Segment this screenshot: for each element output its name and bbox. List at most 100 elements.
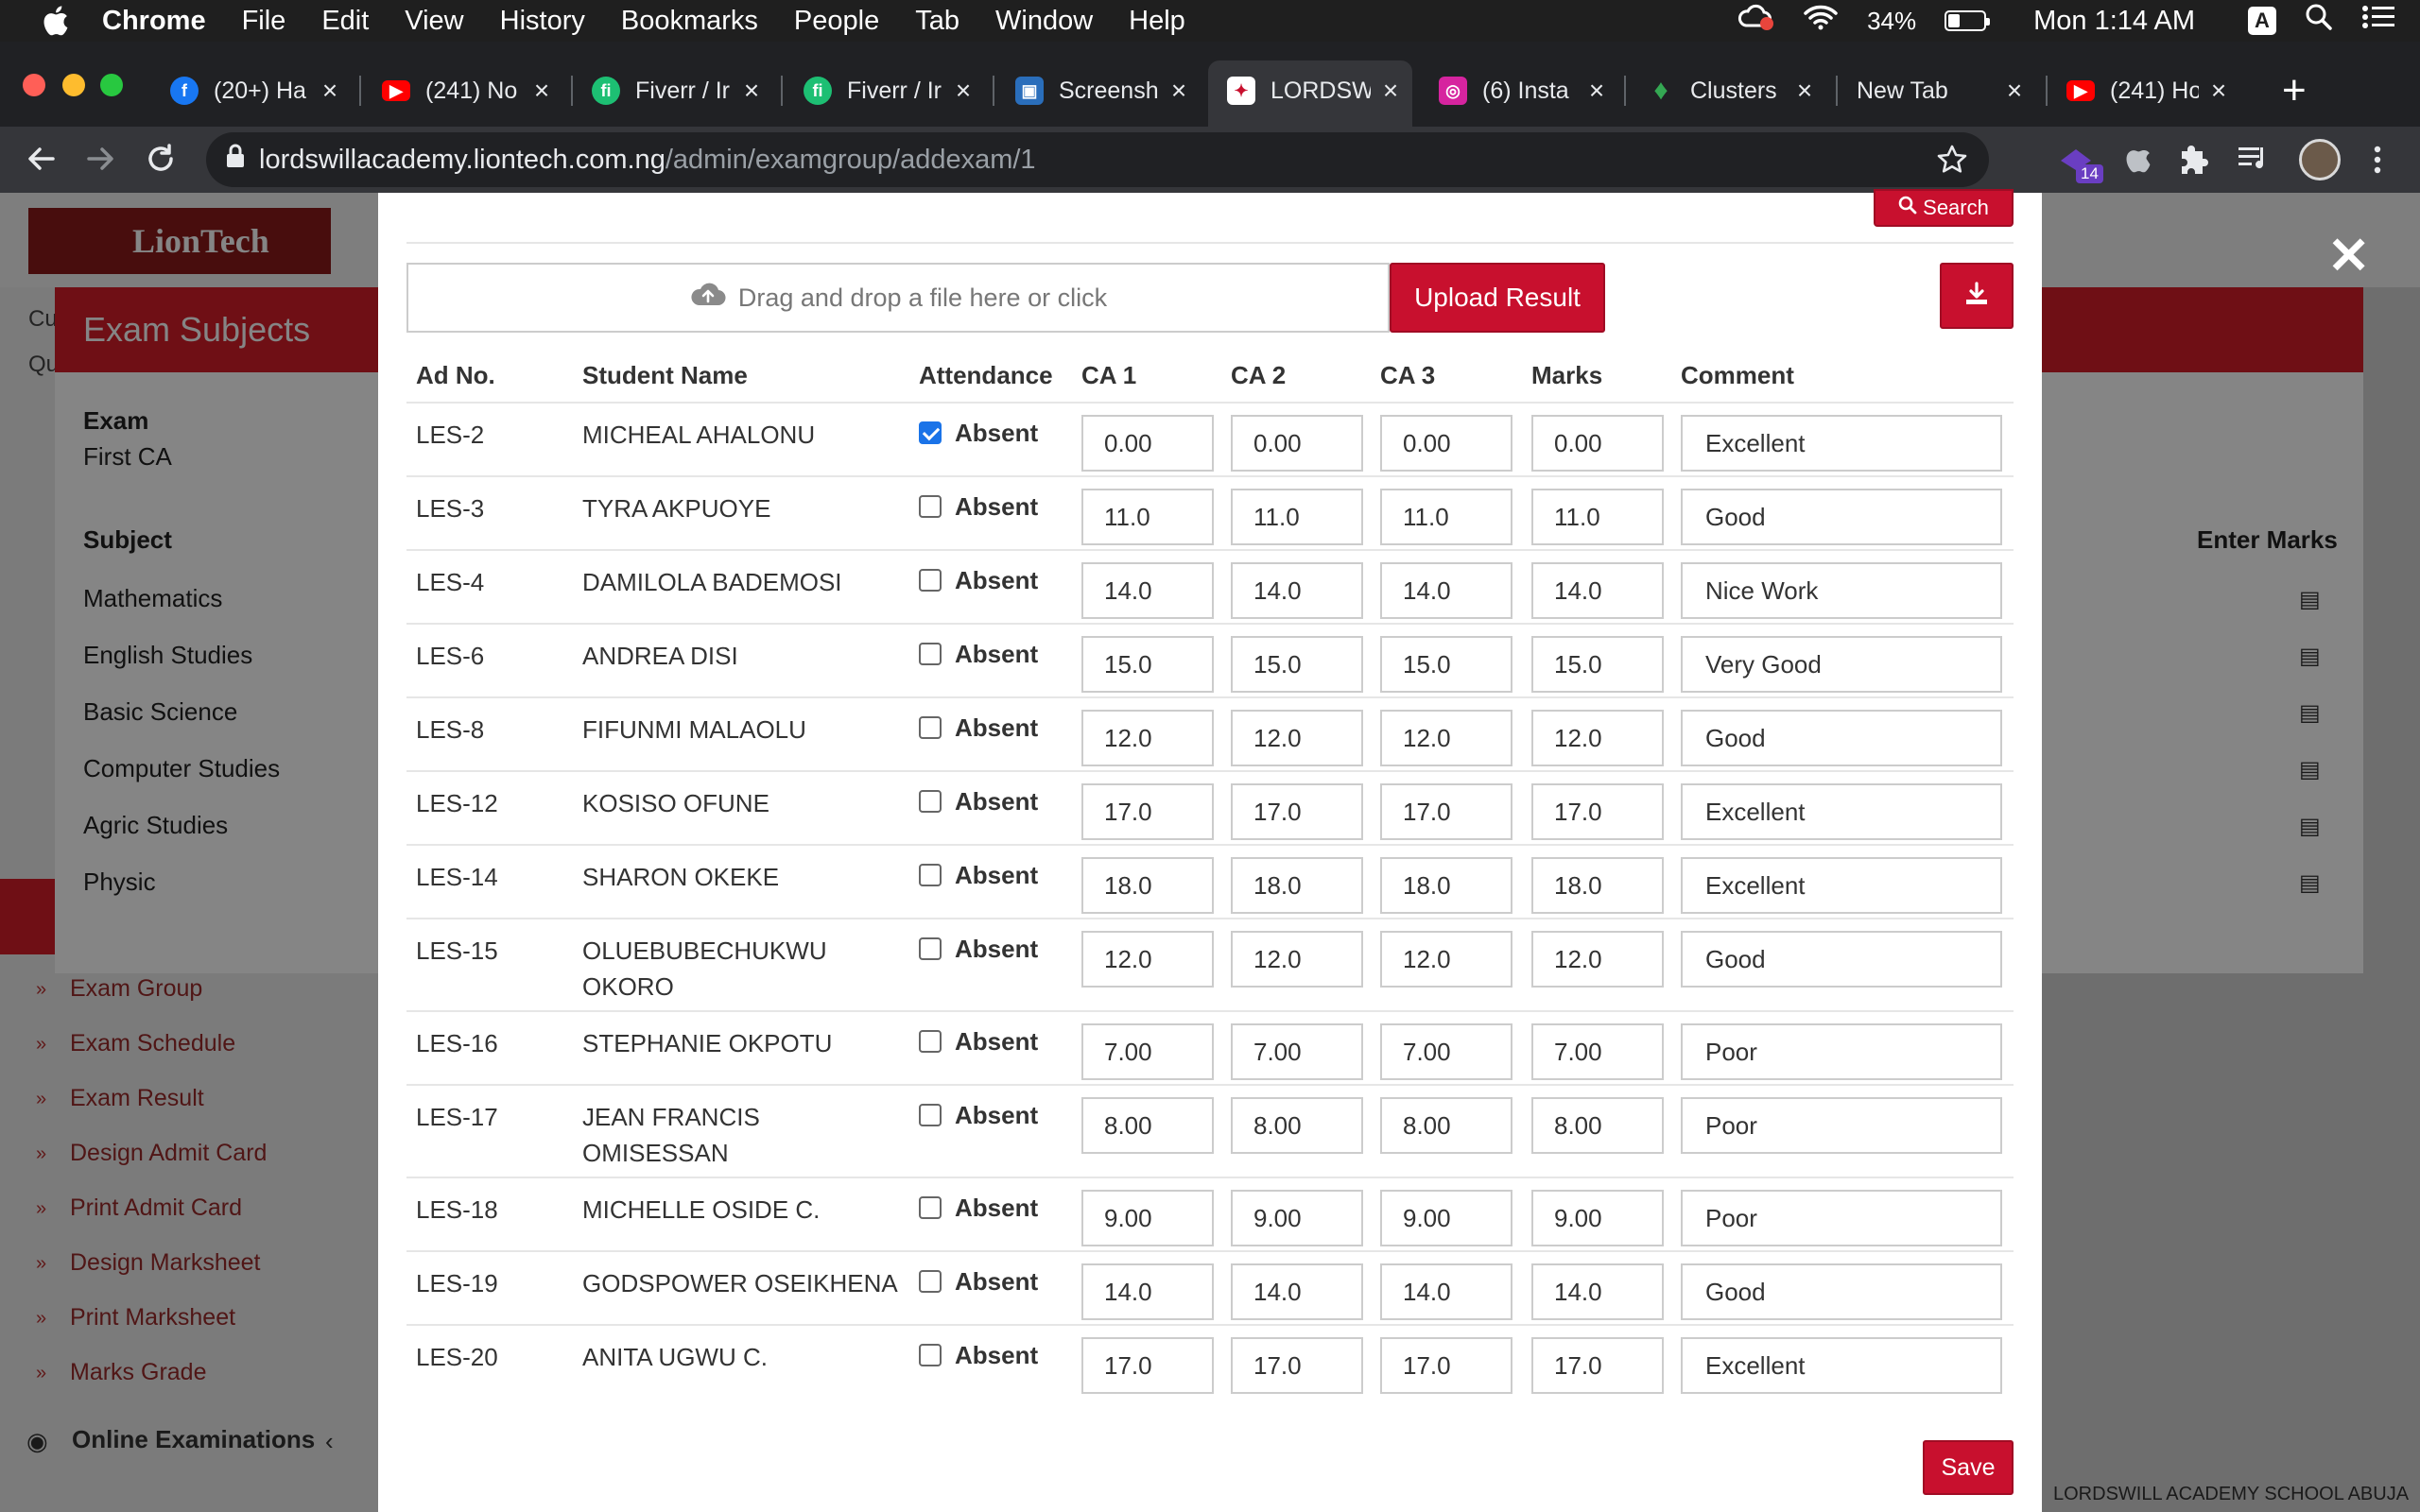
ca2-input[interactable] — [1231, 415, 1363, 472]
absent-checkbox[interactable] — [919, 716, 942, 740]
ca1-input[interactable] — [1081, 710, 1214, 766]
absent-checkbox[interactable] — [919, 569, 942, 593]
input-source-icon[interactable]: A — [2248, 7, 2276, 35]
ca2-input[interactable] — [1231, 1023, 1363, 1080]
menu-app-name[interactable]: Chrome — [102, 6, 206, 37]
apple-menu-icon[interactable] — [36, 5, 74, 37]
ca1-input[interactable] — [1081, 562, 1214, 619]
back-arrow-icon[interactable] — [25, 142, 59, 180]
marks-input[interactable] — [1531, 710, 1664, 766]
lock-icon[interactable] — [225, 143, 246, 177]
file-dropzone[interactable]: Drag and drop a file here or click — [406, 263, 1390, 333]
ca2-input[interactable] — [1231, 636, 1363, 693]
reload-icon[interactable] — [144, 142, 178, 180]
ca3-input[interactable] — [1380, 1263, 1512, 1320]
comment-input[interactable] — [1681, 415, 2002, 472]
battery-icon[interactable] — [1945, 10, 1991, 31]
window-close-button[interactable] — [23, 74, 45, 96]
comment-input[interactable] — [1681, 710, 2002, 766]
ca2-input[interactable] — [1231, 489, 1363, 545]
comment-input[interactable] — [1681, 489, 2002, 545]
spotlight-search-icon[interactable] — [2305, 3, 2333, 39]
tab-close-icon[interactable]: × — [1792, 76, 1817, 106]
ca3-input[interactable] — [1380, 562, 1512, 619]
tab-new-tab[interactable]: New Tab × — [1857, 68, 2027, 113]
comment-input[interactable] — [1681, 636, 2002, 693]
extensions-puzzle-icon[interactable] — [2178, 142, 2212, 180]
tab-fiverr-2[interactable]: fi Fiverr / Ir × — [804, 68, 976, 113]
chrome-menu-icon[interactable] — [2371, 144, 2384, 180]
ca2-input[interactable] — [1231, 1190, 1363, 1246]
absent-checkbox[interactable] — [919, 1104, 942, 1127]
ca3-input[interactable] — [1380, 1023, 1512, 1080]
menu-history[interactable]: History — [500, 6, 585, 37]
absent-checkbox[interactable] — [919, 1030, 942, 1054]
absent-checkbox[interactable] — [919, 864, 942, 887]
tab-youtube[interactable]: ▶ (241) No × — [382, 68, 554, 113]
marks-input[interactable] — [1531, 1263, 1664, 1320]
ca2-input[interactable] — [1231, 562, 1363, 619]
marks-input[interactable] — [1531, 857, 1664, 914]
ca2-input[interactable] — [1231, 710, 1363, 766]
menu-help[interactable]: Help — [1129, 6, 1185, 37]
clock[interactable]: Mon 1:14 AM — [2033, 6, 2195, 37]
ca1-input[interactable] — [1081, 1337, 1214, 1394]
ca2-input[interactable] — [1231, 857, 1363, 914]
ca1-input[interactable] — [1081, 415, 1214, 472]
tab-instagram[interactable]: ◎ (6) Insta × — [1439, 68, 1609, 113]
wifi-icon[interactable] — [1803, 3, 1839, 39]
marks-input[interactable] — [1531, 489, 1664, 545]
search-button[interactable]: Search — [1874, 189, 2014, 227]
comment-input[interactable] — [1681, 562, 2002, 619]
ca1-input[interactable] — [1081, 857, 1214, 914]
ca3-input[interactable] — [1380, 783, 1512, 840]
tab-close-icon[interactable]: × — [2002, 76, 2027, 106]
ca3-input[interactable] — [1380, 710, 1512, 766]
tab-lordswill-active[interactable]: ✦ LORDSW × — [1227, 68, 1403, 113]
profile-avatar[interactable] — [2299, 139, 2341, 180]
ca3-input[interactable] — [1380, 415, 1512, 472]
absent-checkbox[interactable] — [919, 495, 942, 519]
forward-arrow-icon[interactable] — [83, 142, 117, 180]
media-control-icon[interactable] — [2237, 144, 2271, 179]
menu-people[interactable]: People — [794, 6, 879, 37]
ca3-input[interactable] — [1380, 1337, 1512, 1394]
marks-input[interactable] — [1531, 1023, 1664, 1080]
ca1-input[interactable] — [1081, 1190, 1214, 1246]
tab-close-icon[interactable]: × — [739, 76, 764, 106]
absent-checkbox[interactable] — [919, 421, 942, 445]
menu-bookmarks[interactable]: Bookmarks — [621, 6, 758, 37]
menu-window[interactable]: Window — [995, 6, 1093, 37]
comment-input[interactable] — [1681, 1263, 2002, 1320]
menu-file[interactable]: File — [242, 6, 286, 37]
comment-input[interactable] — [1681, 1097, 2002, 1154]
ca3-input[interactable] — [1380, 1190, 1512, 1246]
tab-youtube-2[interactable]: ▶ (241) Ho × — [2066, 68, 2231, 113]
tab-close-icon[interactable]: × — [1584, 76, 1609, 106]
window-zoom-button[interactable] — [100, 74, 123, 96]
comment-input[interactable] — [1681, 931, 2002, 988]
tab-facebook[interactable]: f (20+) Ha × — [170, 68, 342, 113]
marks-input[interactable] — [1531, 1337, 1664, 1394]
save-button[interactable]: Save — [1923, 1440, 2014, 1495]
ca1-input[interactable] — [1081, 636, 1214, 693]
ca2-input[interactable] — [1231, 1263, 1363, 1320]
ca1-input[interactable] — [1081, 1023, 1214, 1080]
ca3-input[interactable] — [1380, 931, 1512, 988]
marks-input[interactable] — [1531, 1097, 1664, 1154]
tab-clusters[interactable]: ♦ Clusters × — [1647, 68, 1817, 113]
ca3-input[interactable] — [1380, 1097, 1512, 1154]
comment-input[interactable] — [1681, 783, 2002, 840]
marks-input[interactable] — [1531, 415, 1664, 472]
tab-fiverr-1[interactable]: fi Fiverr / Ir × — [592, 68, 764, 113]
tab-close-icon[interactable]: × — [2206, 76, 2231, 106]
ca2-input[interactable] — [1231, 1337, 1363, 1394]
window-minimize-button[interactable] — [62, 74, 85, 96]
absent-checkbox[interactable] — [919, 937, 942, 961]
comment-input[interactable] — [1681, 857, 2002, 914]
address-bar[interactable]: lordswillacademy.liontech.com.ng/admin/e… — [206, 132, 1989, 187]
absent-checkbox[interactable] — [919, 1270, 942, 1294]
marks-input[interactable] — [1531, 931, 1664, 988]
ca3-input[interactable] — [1380, 636, 1512, 693]
ca3-input[interactable] — [1380, 489, 1512, 545]
